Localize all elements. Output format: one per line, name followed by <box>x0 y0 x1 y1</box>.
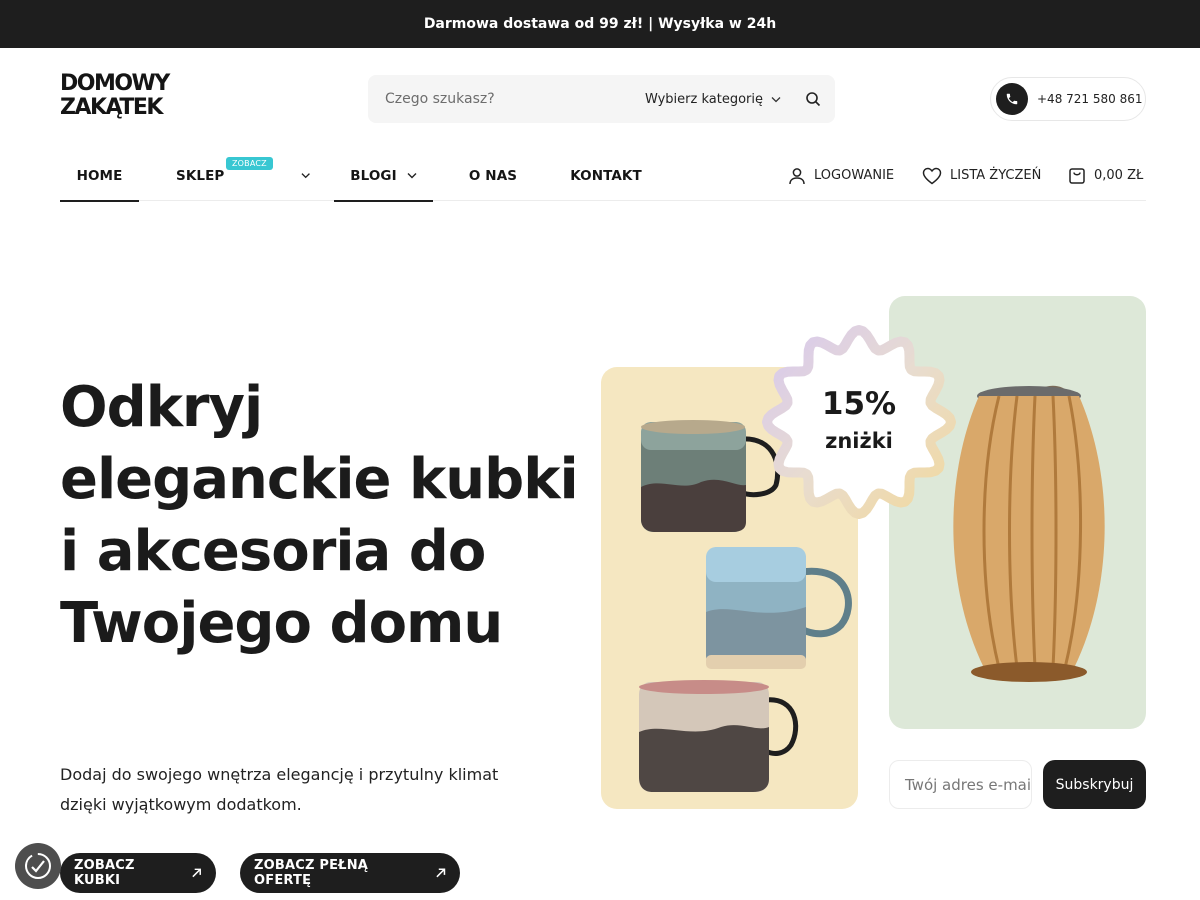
nav-item-contact[interactable]: KONTAKT <box>560 150 652 201</box>
hero-subtitle: Dodaj do swojego wnętrza elegancję i prz… <box>60 765 499 814</box>
accessibility-icon <box>25 853 51 879</box>
chevron-down-icon <box>407 173 417 179</box>
shop-badge[interactable]: ZOBACZ <box>226 157 273 170</box>
discount-label: zniżki <box>825 429 893 453</box>
nav-label-home: HOME <box>76 167 123 184</box>
discount-value: 15% <box>821 386 897 422</box>
login-link[interactable]: LOGOWANIE <box>788 150 894 201</box>
subscribe-button[interactable]: Subskrybuj <box>1043 760 1146 809</box>
arrow-up-right-icon <box>192 868 201 878</box>
site-logo[interactable]: DOMOWY ZAKĄTEK <box>60 72 190 120</box>
nav-label-blog: BLOGI <box>350 167 397 184</box>
nav-label-about: O NAS <box>468 167 518 184</box>
chevron-down-icon <box>301 173 310 179</box>
newsletter-email-input[interactable]: Twój adres e-mail <box>889 760 1032 809</box>
logo-line1: DOMOWY <box>60 71 170 96</box>
category-select[interactable]: Wybierz kategorię <box>645 92 781 107</box>
cart-link[interactable]: 0,00 ZŁ <box>1068 150 1143 201</box>
shopping-bag-icon <box>1069 167 1085 184</box>
nav-label-contact: KONTAKT <box>570 167 642 184</box>
see-mugs-button[interactable]: ZOBACZ KUBKI <box>60 853 216 893</box>
hero-title: Odkryj eleganckie kubki i akcesoria do T… <box>60 375 579 656</box>
nav-item-home[interactable]: HOME <box>60 150 139 202</box>
phone-number: +48 721 580 861 <box>1037 92 1143 106</box>
nav-item-about[interactable]: O NAS <box>458 150 528 201</box>
search-input[interactable]: Czego szukasz? <box>385 91 645 107</box>
search-bar[interactable]: Czego szukasz? Wybierz kategorię <box>368 75 835 123</box>
promo-topbar: Darmowa dostawa od 99 zł! | Wysyłka w 24… <box>0 0 1200 48</box>
phone-contact[interactable]: +48 721 580 861 <box>990 77 1146 121</box>
login-label: LOGOWANIE <box>814 168 895 183</box>
see-mugs-label: ZOBACZ KUBKI <box>74 858 135 888</box>
nav-label-shop: SKLEP <box>176 167 225 184</box>
chevron-down-icon <box>771 96 781 102</box>
logo-line2: ZAKĄTEK <box>60 95 163 120</box>
search-icon[interactable] <box>805 91 821 107</box>
wishlist-link[interactable]: LISTA ŻYCZEŃ <box>922 150 1041 201</box>
category-select-label: Wybierz kategorię <box>644 91 763 107</box>
accessibility-button[interactable] <box>15 843 61 889</box>
discount-starburst <box>762 325 956 519</box>
user-icon <box>789 167 805 184</box>
see-full-offer-button[interactable]: ZOBACZ PEŁNĄ OFERTĘ <box>240 853 460 893</box>
topbar-text: Darmowa dostawa od 99 zł! | Wysyłka w 24… <box>423 16 777 32</box>
cart-total: 0,00 ZŁ <box>1094 168 1144 183</box>
heart-icon <box>922 167 942 184</box>
phone-icon <box>996 83 1028 115</box>
wishlist-label: LISTA ŻYCZEŃ <box>950 168 1042 183</box>
nav-item-blog[interactable]: BLOGI <box>334 150 433 202</box>
arrow-up-right-icon <box>435 868 445 878</box>
see-full-offer-label: ZOBACZ PEŁNĄ OFERTĘ <box>254 858 369 888</box>
